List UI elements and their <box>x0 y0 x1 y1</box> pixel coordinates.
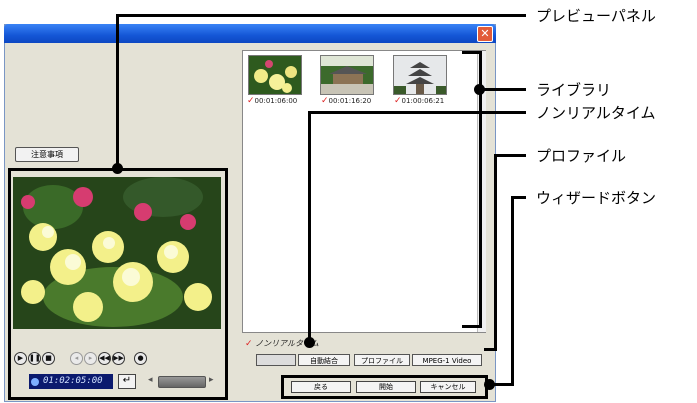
callout-line <box>494 154 526 157</box>
library-thumbnail-temple[interactable] <box>320 55 374 95</box>
start-button[interactable]: 開始 <box>356 381 416 393</box>
callout-line <box>494 154 497 350</box>
callout-line <box>492 383 514 386</box>
callout-library: ライブラリ <box>536 81 612 99</box>
callout-line <box>116 14 119 166</box>
callout-line <box>308 111 311 340</box>
callout-wizard-button: ウィザードボタン <box>536 189 657 207</box>
blank-tab-button[interactable] <box>256 354 296 366</box>
callout-line <box>116 14 526 17</box>
enter-button[interactable]: ↵ <box>118 374 136 389</box>
callout-line <box>511 196 514 386</box>
zoom-slider[interactable] <box>158 376 206 388</box>
title-bar <box>4 24 496 43</box>
pause-icon[interactable]: ❚❚ <box>28 352 41 365</box>
back-button[interactable]: 戻る <box>291 381 351 393</box>
auto-join-button[interactable]: 自動結合 <box>298 354 350 366</box>
cancel-button[interactable]: キャンセル <box>420 381 476 393</box>
callout-preview-panel: プレビューパネル <box>536 7 656 25</box>
rewind-icon[interactable]: ◀◀ <box>98 352 111 365</box>
mpeg-format-label: MPEG-1 Video <box>412 354 482 366</box>
slider-right-arrow-icon[interactable]: ▸ <box>209 375 214 385</box>
notice-button[interactable]: 注意事項 <box>15 147 79 162</box>
stop-icon[interactable]: ■ <box>42 352 55 365</box>
callout-dot <box>304 337 315 348</box>
callout-line <box>484 348 497 351</box>
mark-icon[interactable]: ● <box>134 352 147 365</box>
library-thumbnail-pagoda[interactable] <box>393 55 447 95</box>
callout-dot <box>484 379 495 390</box>
profile-button[interactable]: プロファイル <box>354 354 410 366</box>
next-frame-icon[interactable]: ▸ <box>84 352 97 365</box>
callout-profile: プロファイル <box>536 147 627 165</box>
close-icon[interactable]: ✕ <box>477 26 493 42</box>
fast-forward-icon[interactable]: ▶▶ <box>112 352 125 365</box>
preview-image <box>13 177 221 329</box>
clock-icon <box>31 378 39 386</box>
library-item-timecode: ✓00:01:16:20 <box>321 96 372 106</box>
slider-left-arrow-icon[interactable]: ◂ <box>148 375 153 385</box>
library-item-timecode: ✓01:00:06:21 <box>394 96 445 106</box>
prev-frame-icon[interactable]: ◂ <box>70 352 83 365</box>
callout-dot <box>112 163 123 174</box>
library-item-timecode: ✓00:01:06:00 <box>247 96 298 106</box>
timecode-field[interactable]: 01:02:05:00 <box>29 374 113 389</box>
check-icon: ✓ <box>245 339 253 349</box>
callout-line <box>308 111 526 114</box>
play-icon[interactable]: ▶ <box>14 352 27 365</box>
callout-nonrealtime: ノンリアルタイム <box>536 104 656 122</box>
callout-line <box>480 88 526 91</box>
library-thumbnail-flowers[interactable] <box>248 55 302 95</box>
callout-line <box>462 325 482 328</box>
